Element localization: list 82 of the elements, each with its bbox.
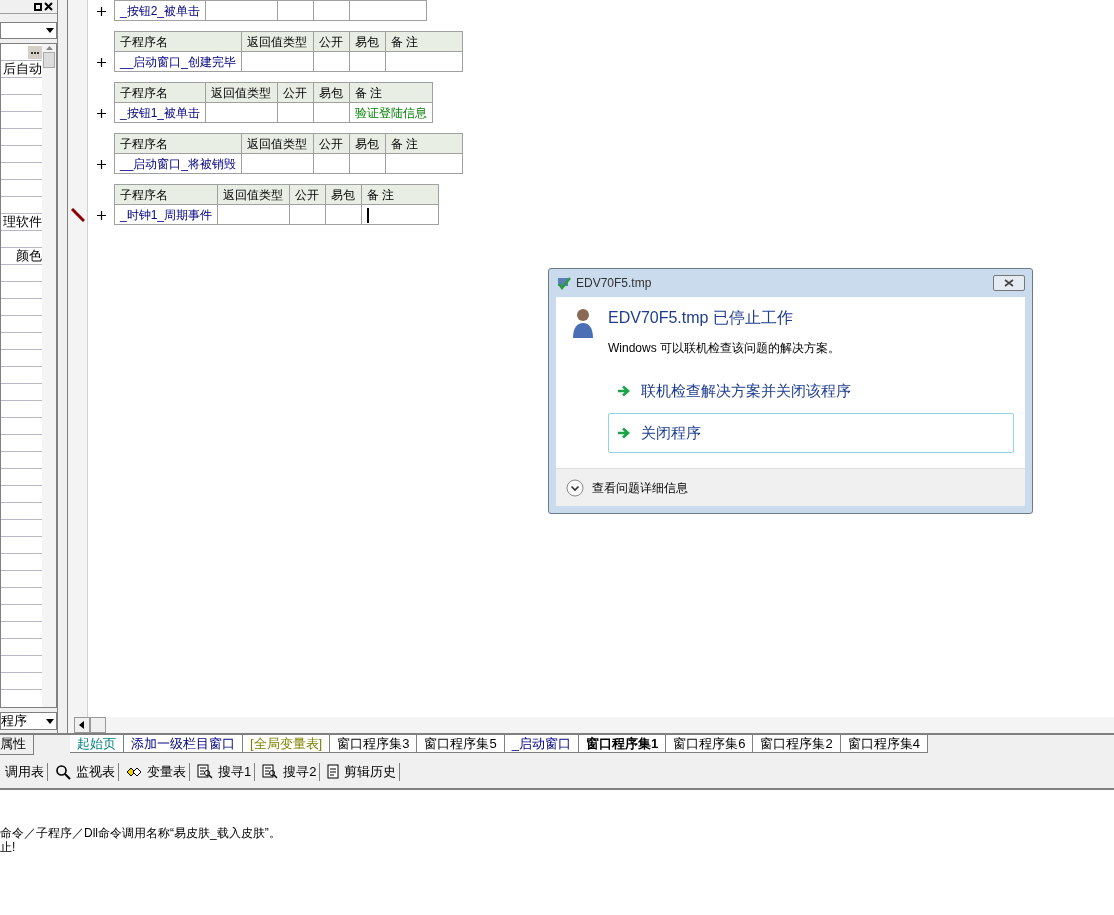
type-dropdown[interactable]: 程序 xyxy=(0,712,57,730)
properties-tab[interactable]: 属性 xyxy=(0,735,34,755)
tab[interactable]: 窗口程序集6 xyxy=(666,735,754,753)
column-header: 子程序名 xyxy=(114,133,242,154)
plus-icon[interactable] xyxy=(96,159,106,169)
dialog-message: Windows 可以联机检查该问题的解决方案。 xyxy=(608,340,841,357)
column-header: 返回值类型 xyxy=(241,31,314,52)
column-header: 备 注 xyxy=(385,133,463,154)
plus-icon[interactable] xyxy=(96,6,106,16)
tab[interactable]: 窗口程序集5 xyxy=(417,735,505,753)
column-header: 子程序名 xyxy=(114,82,206,103)
close-button[interactable] xyxy=(993,275,1025,291)
plus-icon[interactable] xyxy=(96,108,106,118)
column-header: 子程序名 xyxy=(114,31,242,52)
subprogram-name: _时钟1_周期事件 xyxy=(114,204,218,225)
output-line: 止! xyxy=(0,840,16,854)
tab[interactable]: 起始页 xyxy=(70,735,124,753)
ellipsis-button[interactable] xyxy=(28,45,42,59)
dropdown-arrow-icon xyxy=(46,718,54,724)
restore-icon[interactable] xyxy=(34,2,42,11)
column-header: 备 注 xyxy=(385,31,463,52)
column-header: 公开 xyxy=(289,184,326,205)
close-icon xyxy=(1004,279,1014,287)
column-header: 子程序名 xyxy=(114,184,218,205)
plus-icon[interactable] xyxy=(96,57,106,67)
arrow-right-icon xyxy=(617,385,631,397)
output-line: 命令／子程序／Dll命令调用名称“易皮肤_载入皮肤”。 xyxy=(0,826,281,840)
column-header: 易包 xyxy=(313,82,350,103)
tab[interactable]: 窗口程序集2 xyxy=(753,735,841,753)
tab[interactable]: _启动窗口 xyxy=(504,735,579,753)
tab[interactable]: 窗口程序集4 xyxy=(840,735,928,753)
document-icon xyxy=(327,764,340,779)
toolbar-button[interactable]: 调用表 xyxy=(2,762,48,781)
toolbar-button[interactable]: 剪辑历史 xyxy=(324,762,401,781)
tab[interactable]: 添加一级栏目窗口 xyxy=(124,735,243,753)
scroll-left-button[interactable] xyxy=(74,717,90,733)
toolbar-button[interactable]: 搜寻1 xyxy=(194,762,256,781)
property-value: 理软件 xyxy=(3,213,42,232)
toolbar-button[interactable]: 搜寻2 xyxy=(259,762,321,781)
find-icon xyxy=(262,764,279,779)
tab[interactable]: 窗口程序集1 xyxy=(578,735,667,753)
column-header: 公开 xyxy=(313,133,350,154)
dropdown-arrow-icon xyxy=(46,28,54,33)
column-header: 返回值类型 xyxy=(205,82,278,103)
close-icon[interactable] xyxy=(44,2,53,11)
subprogram-name: __启动窗口_将被销毁 xyxy=(114,153,242,174)
column-header: 返回值类型 xyxy=(241,133,314,154)
subprogram-name: __启动窗口_创建完毕 xyxy=(114,51,242,72)
command-link[interactable]: 联机检查解决方案并关闭该程序 xyxy=(608,371,1014,411)
arrow-right-icon xyxy=(617,427,631,439)
person-icon xyxy=(570,307,596,339)
column-header: 公开 xyxy=(313,31,350,52)
toolbar-button[interactable]: 监视表 xyxy=(52,762,119,781)
column-header: 易包 xyxy=(325,184,362,205)
subprogram-name: _按钮2_被单击 xyxy=(114,0,206,21)
text-cursor xyxy=(367,207,370,223)
command-link[interactable]: 关闭程序 xyxy=(608,413,1014,453)
expand-chevron-icon[interactable] xyxy=(566,478,584,497)
column-header: 返回值类型 xyxy=(217,184,290,205)
column-header: 易包 xyxy=(349,133,386,154)
subprogram-name: _按钮1_被单击 xyxy=(114,102,206,123)
column-header: 备 注 xyxy=(361,184,439,205)
property-value: 后自动 xyxy=(3,60,42,79)
column-header: 易包 xyxy=(349,31,386,52)
pencil-icon xyxy=(70,208,85,222)
dialog-heading: EDV70F5.tmp 已停止工作 xyxy=(608,308,794,328)
app-icon xyxy=(556,276,572,290)
scrollbar-thumb[interactable] xyxy=(90,717,106,733)
plus-icon[interactable] xyxy=(96,210,106,220)
tab[interactable]: 窗口程序集3 xyxy=(330,735,418,753)
property-value: 颜色 xyxy=(16,247,42,266)
toolbar-button[interactable]: 变量表 xyxy=(123,762,190,781)
search-icon xyxy=(55,763,71,780)
find-icon xyxy=(197,764,213,779)
object-dropdown[interactable] xyxy=(0,22,57,39)
column-header: 备 注 xyxy=(349,82,433,103)
dialog-title: EDV70F5.tmp xyxy=(576,275,652,292)
column-header: 公开 xyxy=(277,82,314,103)
tab[interactable]: [全局变量表] xyxy=(243,735,331,753)
diamonds-icon xyxy=(126,765,142,778)
details-link[interactable]: 查看问题详细信息 xyxy=(592,478,688,497)
scrollbar-thumb[interactable] xyxy=(43,52,55,68)
